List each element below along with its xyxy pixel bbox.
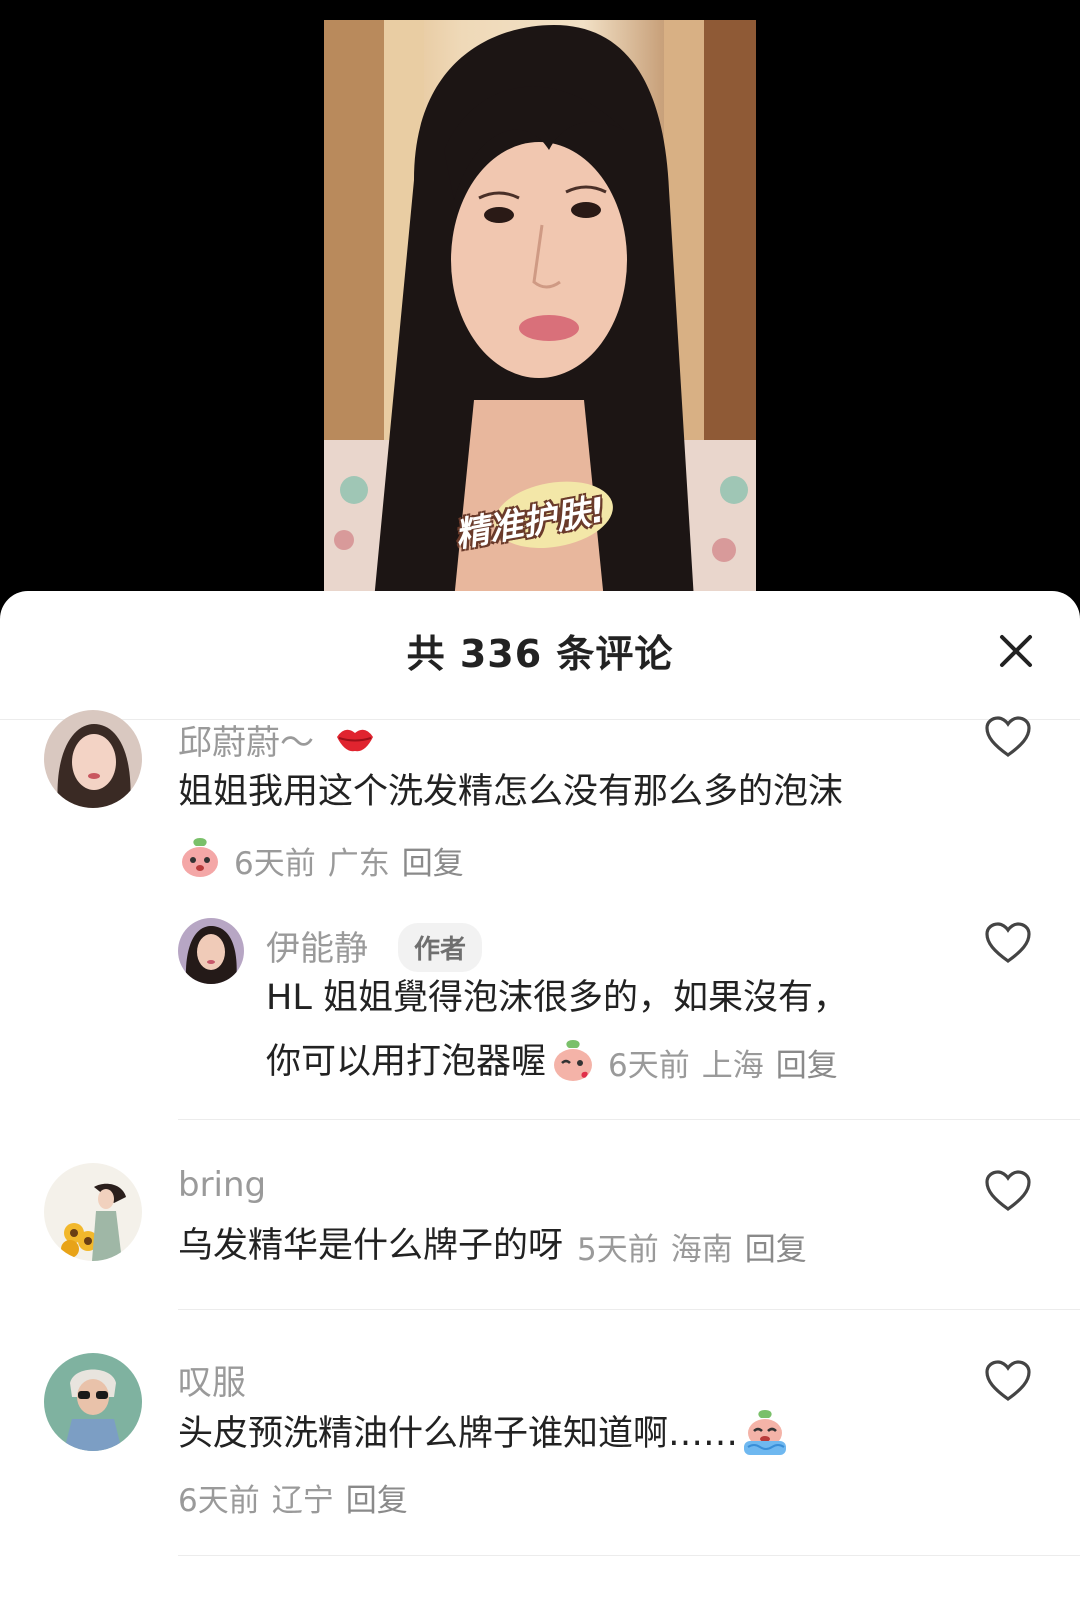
comment-username[interactable]: 伊能静 xyxy=(266,921,368,970)
avatar[interactable] xyxy=(178,918,244,984)
comment-username[interactable]: bring xyxy=(178,1165,266,1205)
comment-text-row: 乌发精华是什么牌子的呀 5天前 海南 回复 xyxy=(178,1215,819,1277)
heart-outline-icon xyxy=(985,1170,1031,1211)
comment-location: 辽宁 xyxy=(271,1483,334,1519)
heart-outline-icon xyxy=(985,1360,1031,1401)
comment-meta: 6天前 辽宁 回复 xyxy=(178,1475,420,1520)
like-button[interactable] xyxy=(984,921,1032,965)
like-button[interactable] xyxy=(984,715,1032,759)
crying-emoji-icon xyxy=(740,1407,790,1461)
video-player[interactable]: 精准护肤! xyxy=(0,0,1080,600)
comment-time: 6天前 xyxy=(234,845,316,882)
comment-sheet-header: 共 336 条评论 xyxy=(0,591,1080,720)
author-badge: 作者 xyxy=(398,923,483,972)
comment-sheet: 共 336 条评论 邱蔚蔚～ 姐姐我用这个洗发精怎么没有那么多的泡沫 6天前 广… xyxy=(0,591,1080,1606)
reply-button[interactable]: 回复 xyxy=(745,1224,807,1269)
comment-location: 广东 xyxy=(327,845,390,882)
avatar[interactable] xyxy=(44,710,142,808)
comment-text-line-2-row: 你可以用打泡器喔 6天前 上海 回复 xyxy=(266,1031,850,1093)
comment-divider xyxy=(178,1555,1080,1556)
comment-time: 6天前 xyxy=(608,1047,690,1084)
reply-button[interactable]: 回复 xyxy=(776,1040,838,1085)
comment-text: 头皮预洗精油什么牌子谁知道啊…… xyxy=(178,1414,739,1454)
like-button[interactable] xyxy=(984,1359,1032,1403)
avatar[interactable] xyxy=(44,1353,142,1451)
comment-username[interactable]: 叹服 xyxy=(178,1355,246,1404)
comment-text: 乌发精华是什么牌子的呀 xyxy=(178,1226,564,1266)
comment-text-line-2: 你可以用打泡器喔 xyxy=(266,1042,547,1082)
heart-outline-icon xyxy=(985,922,1031,963)
kiss-lips-icon xyxy=(333,723,377,766)
close-button[interactable] xyxy=(996,631,1036,671)
like-button[interactable] xyxy=(984,1169,1032,1213)
comment-text-row: 头皮预洗精油什么牌子谁知道啊…… xyxy=(178,1403,802,1465)
comment-text: 姐姐我用这个洗发精怎么没有那么多的泡沫 xyxy=(178,772,844,812)
avatar[interactable] xyxy=(44,1163,142,1261)
comment-text-line-1: HL 姐姐覺得泡沫很多的，如果沒有， xyxy=(266,978,848,1018)
close-icon xyxy=(1000,635,1032,667)
peach-emoji-icon xyxy=(178,834,222,886)
comment-username[interactable]: 邱蔚蔚～ xyxy=(178,715,377,766)
comment-location: 上海 xyxy=(701,1047,764,1084)
comment-meta: 6天前 广东 回复 xyxy=(178,834,476,886)
heart-outline-icon xyxy=(985,716,1031,757)
reply-button[interactable]: 回复 xyxy=(346,1475,408,1520)
comment-divider xyxy=(178,1309,1080,1310)
video-frame[interactable]: 精准护肤! xyxy=(324,20,756,600)
comment-count-title: 共 336 条评论 xyxy=(406,632,674,676)
comment-time: 5天前 xyxy=(577,1231,659,1268)
peach-emoji-icon xyxy=(550,1037,596,1087)
reply-button[interactable]: 回复 xyxy=(402,838,464,883)
username-text[interactable]: 邱蔚蔚～ xyxy=(178,723,314,763)
comment-time: 6天前 xyxy=(178,1483,260,1519)
comment-divider xyxy=(178,1119,1080,1120)
comment-location: 海南 xyxy=(670,1231,733,1268)
